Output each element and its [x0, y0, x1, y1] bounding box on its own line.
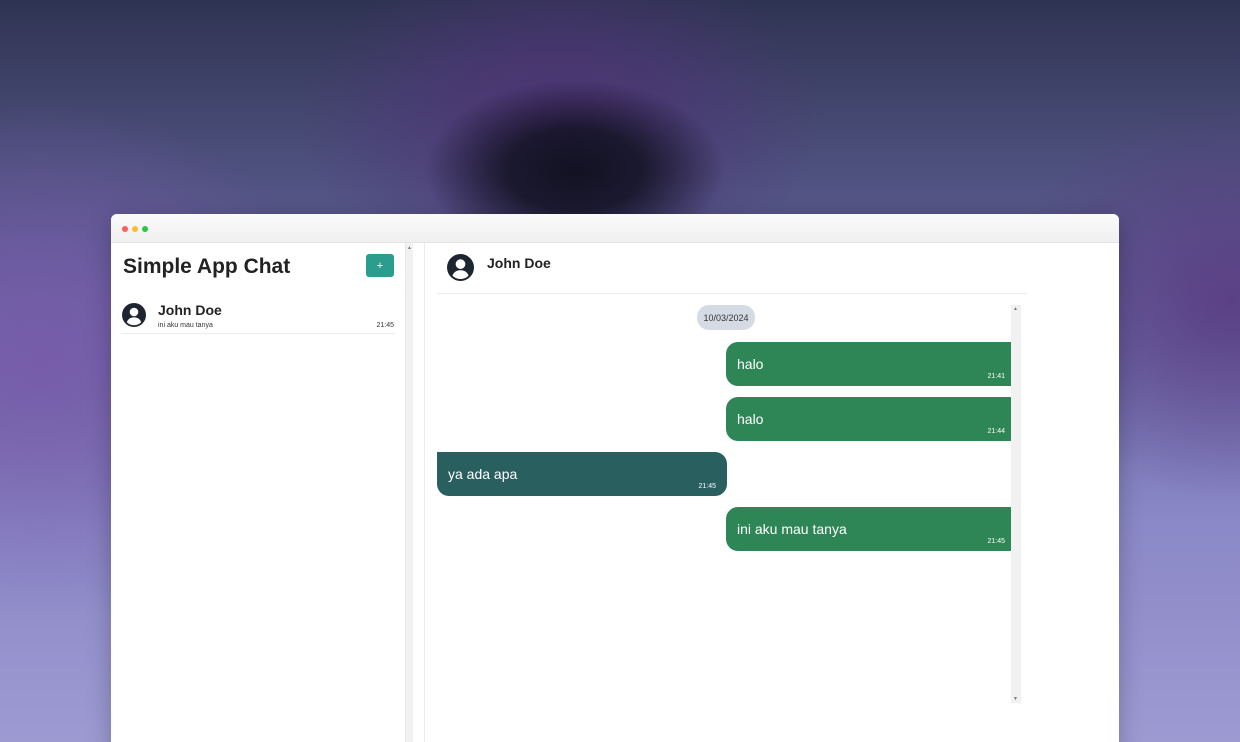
- message-time: 21:45: [698, 483, 716, 490]
- app-title: Simple App Chat: [123, 255, 291, 278]
- conversation-panel: John Doe 10/03/2024 halo 21:41 halo 21:4…: [425, 243, 1119, 742]
- panel-divider: [413, 243, 425, 742]
- outgoing-message: ini aku mau tanya 21:45: [726, 507, 1016, 551]
- message-time: 21:41: [987, 373, 1005, 380]
- message-list: 10/03/2024 halo 21:41 halo 21:44 ya ada …: [437, 305, 1017, 703]
- message-time: 21:44: [987, 428, 1005, 435]
- close-window-button[interactable]: [122, 226, 128, 232]
- incoming-message: ya ada apa 21:45: [437, 452, 727, 496]
- browser-window: Simple App Chat + John Doe ini aku mau t…: [111, 214, 1119, 742]
- user-circle-icon: [122, 303, 146, 327]
- conversation-header: John Doe: [437, 243, 1027, 294]
- outgoing-message: halo 21:44: [726, 397, 1016, 441]
- chat-contact-name: John Doe: [158, 302, 222, 318]
- scroll-up-arrow-icon[interactable]: ▲: [1013, 306, 1018, 312]
- new-chat-button[interactable]: +: [366, 254, 394, 277]
- message-text: halo: [737, 356, 764, 372]
- message-text: halo: [737, 411, 764, 427]
- message-text: ini aku mau tanya: [737, 521, 847, 537]
- outgoing-message: halo 21:41: [726, 342, 1016, 386]
- maximize-window-button[interactable]: [142, 226, 148, 232]
- user-circle-icon: [447, 254, 474, 281]
- sidebar-scrollbar[interactable]: ▲: [405, 243, 413, 742]
- chat-list-item[interactable]: John Doe ini aku mau tanya 21:45: [121, 300, 395, 334]
- minimize-window-button[interactable]: [132, 226, 138, 232]
- scroll-up-arrow-icon[interactable]: ▲: [407, 245, 412, 251]
- message-time: 21:45: [987, 538, 1005, 545]
- date-separator: 10/03/2024: [697, 305, 755, 330]
- message-text: ya ada apa: [448, 466, 518, 482]
- messages-scrollbar[interactable]: ▲ ▼: [1011, 305, 1021, 703]
- sidebar: Simple App Chat + John Doe ini aku mau t…: [111, 243, 405, 742]
- chat-time: 21:45: [376, 322, 394, 329]
- conversation-contact-name: John Doe: [487, 255, 551, 271]
- chat-last-message: ini aku mau tanya: [158, 322, 213, 329]
- window-titlebar: [111, 214, 1119, 243]
- scroll-down-arrow-icon[interactable]: ▼: [1013, 696, 1018, 702]
